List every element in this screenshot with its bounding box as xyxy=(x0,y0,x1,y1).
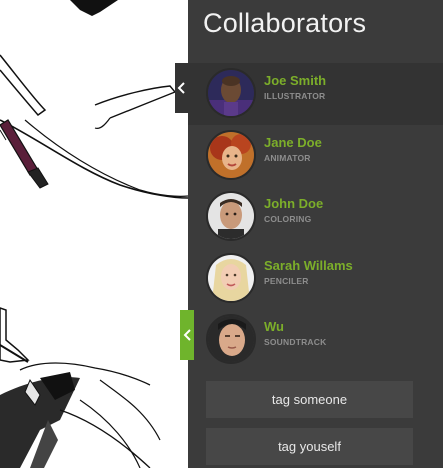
collaborator-name: Sarah Willams xyxy=(264,257,353,273)
collaborator-role: COLORING xyxy=(264,214,312,224)
collaborator-item[interactable]: John Doe COLORING xyxy=(188,186,443,248)
avatar xyxy=(206,314,256,364)
avatar xyxy=(206,129,256,180)
collaborators-panel: Collaborators Joe Smith ILLUSTRATOR Jane… xyxy=(188,0,443,468)
collaborator-item[interactable]: Wu SOUNDTRACK xyxy=(188,309,443,371)
collaborator-list: Joe Smith ILLUSTRATOR Jane Doe ANIMATOR xyxy=(188,63,443,371)
tag-someone-button[interactable]: tag someone xyxy=(206,381,413,418)
collaborator-role: ANIMATOR xyxy=(264,152,311,163)
tag-yourself-button[interactable]: tag youself xyxy=(206,428,413,465)
artwork-canvas[interactable] xyxy=(0,0,188,468)
collaborator-item[interactable]: Joe Smith ILLUSTRATOR xyxy=(188,63,443,125)
collaborator-name: Jane Doe xyxy=(264,134,322,150)
avatar xyxy=(206,191,256,241)
expand-panel-tab[interactable] xyxy=(180,310,194,360)
collaborator-role: PENCILER xyxy=(264,275,309,286)
collaborator-item[interactable]: Sarah Willams PENCILER xyxy=(188,248,443,310)
collaborator-item[interactable]: Jane Doe ANIMATOR xyxy=(188,125,443,187)
collaborator-name: Wu xyxy=(264,319,284,334)
chevron-left-icon xyxy=(177,82,185,94)
avatar xyxy=(206,252,256,303)
chevron-left-icon xyxy=(183,329,191,341)
collaborator-name: Joe Smith xyxy=(264,73,327,88)
panel-title: Collaborators xyxy=(203,8,367,38)
collapse-panel-tab[interactable] xyxy=(175,63,188,113)
avatar xyxy=(206,68,256,118)
collaborator-role: ILLUSTRATOR xyxy=(264,91,326,101)
collaborator-role: SOUNDTRACK xyxy=(264,337,327,347)
comic-artwork xyxy=(0,0,188,468)
collaborator-name: John Doe xyxy=(264,196,324,211)
